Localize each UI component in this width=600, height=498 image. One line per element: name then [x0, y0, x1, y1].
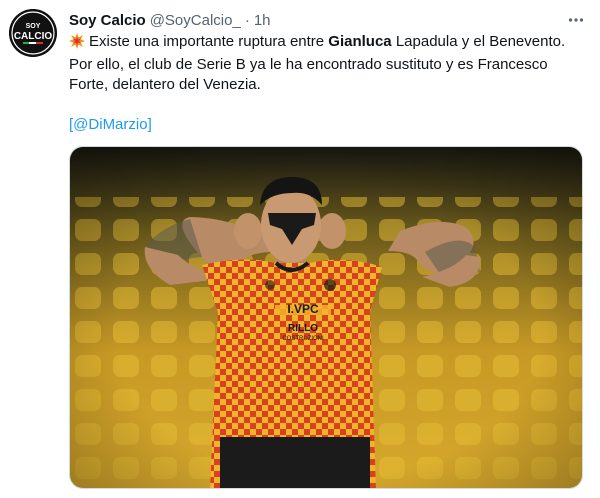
jersey-sponsor2-sub-text: COSTRUZIONI: [282, 336, 324, 342]
tweet-line-1-post: Lapadula y el Benevento.: [391, 33, 566, 50]
separator-dot: ·: [244, 11, 250, 29]
shorts: [220, 437, 370, 488]
avatar-text-top: SOY: [26, 23, 41, 30]
author-handle[interactable]: @SoyCalcio_: [150, 12, 241, 29]
dimarzio-mention-link[interactable]: @DiMarzio: [73, 116, 147, 133]
jersey-sponsor-text: I.VPC: [287, 302, 319, 316]
tweet-line-1: Existe una importante ruptura entre Gian…: [69, 32, 587, 55]
credit-close-bracket: ]: [147, 116, 152, 133]
tweet-credit: [@DiMarzio]: [69, 115, 587, 135]
collision-icon: [69, 33, 85, 55]
tweet-line-1-pre: Existe una importante ruptura entre: [89, 33, 329, 50]
tweet-text: Existe una importante ruptura entre Gian…: [69, 32, 587, 135]
more-options-icon[interactable]: [566, 10, 586, 30]
avatar-text-main: CALCIO: [14, 31, 53, 42]
tweet-header: Soy Calcio @SoyCalcio_ · 1h: [69, 10, 586, 30]
author-name[interactable]: Soy Calcio: [69, 12, 146, 29]
jersey-sponsor2-text: RILLO: [288, 323, 318, 334]
tweet-time[interactable]: 1h: [254, 12, 271, 29]
tweet-line-1-bold: Gianluca: [328, 33, 392, 50]
tweet-line-2: Por ello, el club de Serie B ya le ha en…: [69, 56, 548, 93]
tweet-photo[interactable]: I.VPC RILLO COSTRUZIONI: [69, 146, 583, 489]
avatar[interactable]: SOY CALCIO: [9, 9, 57, 57]
